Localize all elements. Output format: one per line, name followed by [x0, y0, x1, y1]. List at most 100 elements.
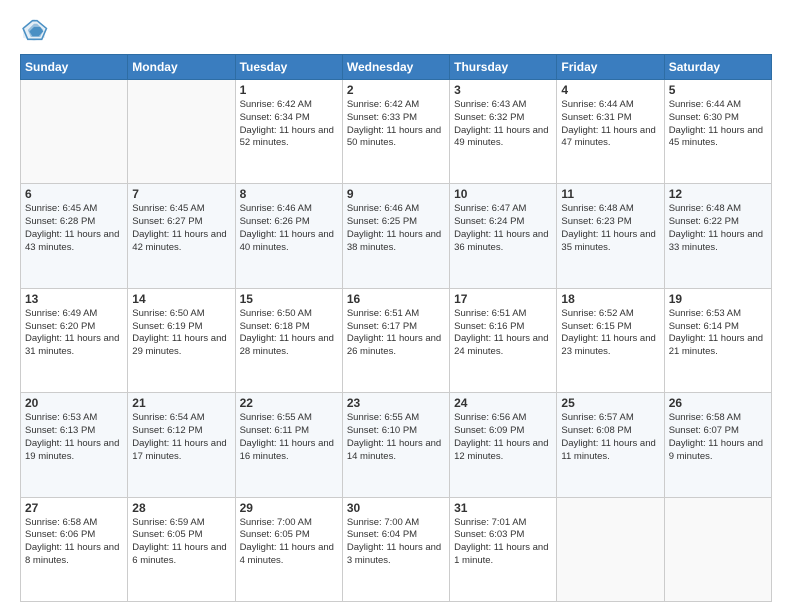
calendar-cell: 31 Sunrise: 7:01 AMSunset: 6:03 PMDayligh…: [450, 497, 557, 601]
calendar-cell: 8 Sunrise: 6:46 AMSunset: 6:26 PMDaylight…: [235, 184, 342, 288]
day-number: 26: [669, 396, 767, 410]
calendar-cell: 22Sunrise: 6:55 AMSunset: 6:11 PMDayligh…: [235, 393, 342, 497]
calendar-cell: [128, 80, 235, 184]
weekday-header: Thursday: [450, 55, 557, 80]
day-number: 27: [25, 501, 123, 515]
day-number: 3: [454, 83, 552, 97]
calendar-cell: 24Sunrise: 6:56 AMSunset: 6:09 PMDayligh…: [450, 393, 557, 497]
weekday-header: Wednesday: [342, 55, 449, 80]
day-info: Sunrise: 6:46 AMSunset: 6:25 PMDaylight:…: [347, 203, 445, 254]
calendar-cell: 19Sunrise: 6:53 AMSunset: 6:14 PMDayligh…: [664, 288, 771, 392]
day-number: 14: [132, 292, 230, 306]
calendar-cell: 7 Sunrise: 6:45 AMSunset: 6:27 PMDaylight…: [128, 184, 235, 288]
calendar-cell: 26Sunrise: 6:58 AMSunset: 6:07 PMDayligh…: [664, 393, 771, 497]
calendar-cell: 25 Sunrise: 6:57 AMSunset: 6:08 PMDayligh…: [557, 393, 664, 497]
weekday-header: Sunday: [21, 55, 128, 80]
calendar-cell: [21, 80, 128, 184]
day-number: 16: [347, 292, 445, 306]
day-number: 31: [454, 501, 552, 515]
day-info: Sunrise: 6:53 AMSunset: 6:13 PMDaylight:…: [25, 412, 123, 463]
day-info: Sunrise: 6:50 AMSunset: 6:19 PMDaylight:…: [132, 308, 230, 359]
day-info: Sunrise: 6:45 AMSunset: 6:28 PMDaylight:…: [25, 203, 123, 254]
calendar-cell: 21Sunrise: 6:54 AMSunset: 6:12 PMDayligh…: [128, 393, 235, 497]
day-number: 29: [240, 501, 338, 515]
calendar-table: SundayMondayTuesdayWednesdayThursdayFrid…: [20, 54, 772, 602]
day-number: 2: [347, 83, 445, 97]
calendar-cell: 20 Sunrise: 6:53 AMSunset: 6:13 PMDayligh…: [21, 393, 128, 497]
day-info: Sunrise: 6:51 AMSunset: 6:16 PMDaylight:…: [454, 308, 552, 359]
calendar-cell: 14 Sunrise: 6:50 AMSunset: 6:19 PMDayligh…: [128, 288, 235, 392]
day-number: 23: [347, 396, 445, 410]
day-info: Sunrise: 7:00 AMSunset: 6:04 PMDaylight:…: [347, 517, 445, 568]
day-info: Sunrise: 6:47 AMSunset: 6:24 PMDaylight:…: [454, 203, 552, 254]
day-info: Sunrise: 6:57 AMSunset: 6:08 PMDaylight:…: [561, 412, 659, 463]
calendar-cell: 5 Sunrise: 6:44 AMSunset: 6:30 PMDaylight…: [664, 80, 771, 184]
calendar-cell: 1Sunrise: 6:42 AMSunset: 6:34 PMDaylight…: [235, 80, 342, 184]
day-info: Sunrise: 6:43 AMSunset: 6:32 PMDaylight:…: [454, 99, 552, 150]
calendar-cell: 9 Sunrise: 6:46 AMSunset: 6:25 PMDaylight…: [342, 184, 449, 288]
calendar-cell: 4 Sunrise: 6:44 AMSunset: 6:31 PMDaylight…: [557, 80, 664, 184]
calendar-cell: 2 Sunrise: 6:42 AMSunset: 6:33 PMDaylight…: [342, 80, 449, 184]
weekday-header: Monday: [128, 55, 235, 80]
day-number: 15: [240, 292, 338, 306]
day-info: Sunrise: 7:00 AMSunset: 6:05 PMDaylight:…: [240, 517, 338, 568]
calendar-cell: 6 Sunrise: 6:45 AMSunset: 6:28 PMDaylight…: [21, 184, 128, 288]
day-number: 13: [25, 292, 123, 306]
calendar-cell: [664, 497, 771, 601]
day-number: 30: [347, 501, 445, 515]
calendar-cell: 17 Sunrise: 6:51 AMSunset: 6:16 PMDayligh…: [450, 288, 557, 392]
calendar-week-row: 1Sunrise: 6:42 AMSunset: 6:34 PMDaylight…: [21, 80, 772, 184]
day-info: Sunrise: 6:52 AMSunset: 6:15 PMDaylight:…: [561, 308, 659, 359]
day-number: 22: [240, 396, 338, 410]
calendar-cell: 23 Sunrise: 6:55 AMSunset: 6:10 PMDayligh…: [342, 393, 449, 497]
day-number: 5: [669, 83, 767, 97]
calendar-cell: [557, 497, 664, 601]
day-number: 11: [561, 187, 659, 201]
day-info: Sunrise: 6:48 AMSunset: 6:23 PMDaylight:…: [561, 203, 659, 254]
day-info: Sunrise: 6:59 AMSunset: 6:05 PMDaylight:…: [132, 517, 230, 568]
day-number: 19: [669, 292, 767, 306]
day-number: 1: [240, 83, 338, 97]
day-number: 20: [25, 396, 123, 410]
calendar-cell: 16Sunrise: 6:51 AMSunset: 6:17 PMDayligh…: [342, 288, 449, 392]
weekday-header: Saturday: [664, 55, 771, 80]
calendar-week-row: 27 Sunrise: 6:58 AMSunset: 6:06 PMDayligh…: [21, 497, 772, 601]
calendar-cell: 27 Sunrise: 6:58 AMSunset: 6:06 PMDayligh…: [21, 497, 128, 601]
day-number: 25: [561, 396, 659, 410]
day-number: 21: [132, 396, 230, 410]
calendar-cell: 30 Sunrise: 7:00 AMSunset: 6:04 PMDayligh…: [342, 497, 449, 601]
day-number: 7: [132, 187, 230, 201]
calendar-week-row: 13 Sunrise: 6:49 AMSunset: 6:20 PMDayligh…: [21, 288, 772, 392]
header: [20, 16, 772, 44]
day-number: 4: [561, 83, 659, 97]
calendar-cell: 11 Sunrise: 6:48 AMSunset: 6:23 PMDayligh…: [557, 184, 664, 288]
day-info: Sunrise: 7:01 AMSunset: 6:03 PMDaylight:…: [454, 517, 552, 568]
day-number: 9: [347, 187, 445, 201]
day-info: Sunrise: 6:49 AMSunset: 6:20 PMDaylight:…: [25, 308, 123, 359]
calendar-cell: 18 Sunrise: 6:52 AMSunset: 6:15 PMDayligh…: [557, 288, 664, 392]
day-info: Sunrise: 6:56 AMSunset: 6:09 PMDaylight:…: [454, 412, 552, 463]
day-info: Sunrise: 6:44 AMSunset: 6:31 PMDaylight:…: [561, 99, 659, 150]
day-number: 28: [132, 501, 230, 515]
calendar-cell: 10 Sunrise: 6:47 AMSunset: 6:24 PMDayligh…: [450, 184, 557, 288]
day-info: Sunrise: 6:45 AMSunset: 6:27 PMDaylight:…: [132, 203, 230, 254]
day-number: 8: [240, 187, 338, 201]
day-number: 10: [454, 187, 552, 201]
day-info: Sunrise: 6:55 AMSunset: 6:10 PMDaylight:…: [347, 412, 445, 463]
weekday-header: Tuesday: [235, 55, 342, 80]
weekday-header: Friday: [557, 55, 664, 80]
calendar-cell: 3 Sunrise: 6:43 AMSunset: 6:32 PMDaylight…: [450, 80, 557, 184]
day-info: Sunrise: 6:46 AMSunset: 6:26 PMDaylight:…: [240, 203, 338, 254]
day-info: Sunrise: 6:44 AMSunset: 6:30 PMDaylight:…: [669, 99, 767, 150]
day-info: Sunrise: 6:48 AMSunset: 6:22 PMDaylight:…: [669, 203, 767, 254]
day-number: 6: [25, 187, 123, 201]
calendar-cell: 29 Sunrise: 7:00 AMSunset: 6:05 PMDayligh…: [235, 497, 342, 601]
page: SundayMondayTuesdayWednesdayThursdayFrid…: [0, 0, 792, 612]
day-number: 18: [561, 292, 659, 306]
calendar-week-row: 6 Sunrise: 6:45 AMSunset: 6:28 PMDaylight…: [21, 184, 772, 288]
calendar-cell: 13 Sunrise: 6:49 AMSunset: 6:20 PMDayligh…: [21, 288, 128, 392]
day-info: Sunrise: 6:42 AMSunset: 6:33 PMDaylight:…: [347, 99, 445, 150]
day-info: Sunrise: 6:58 AMSunset: 6:06 PMDaylight:…: [25, 517, 123, 568]
logo-icon: [20, 16, 48, 44]
day-number: 17: [454, 292, 552, 306]
